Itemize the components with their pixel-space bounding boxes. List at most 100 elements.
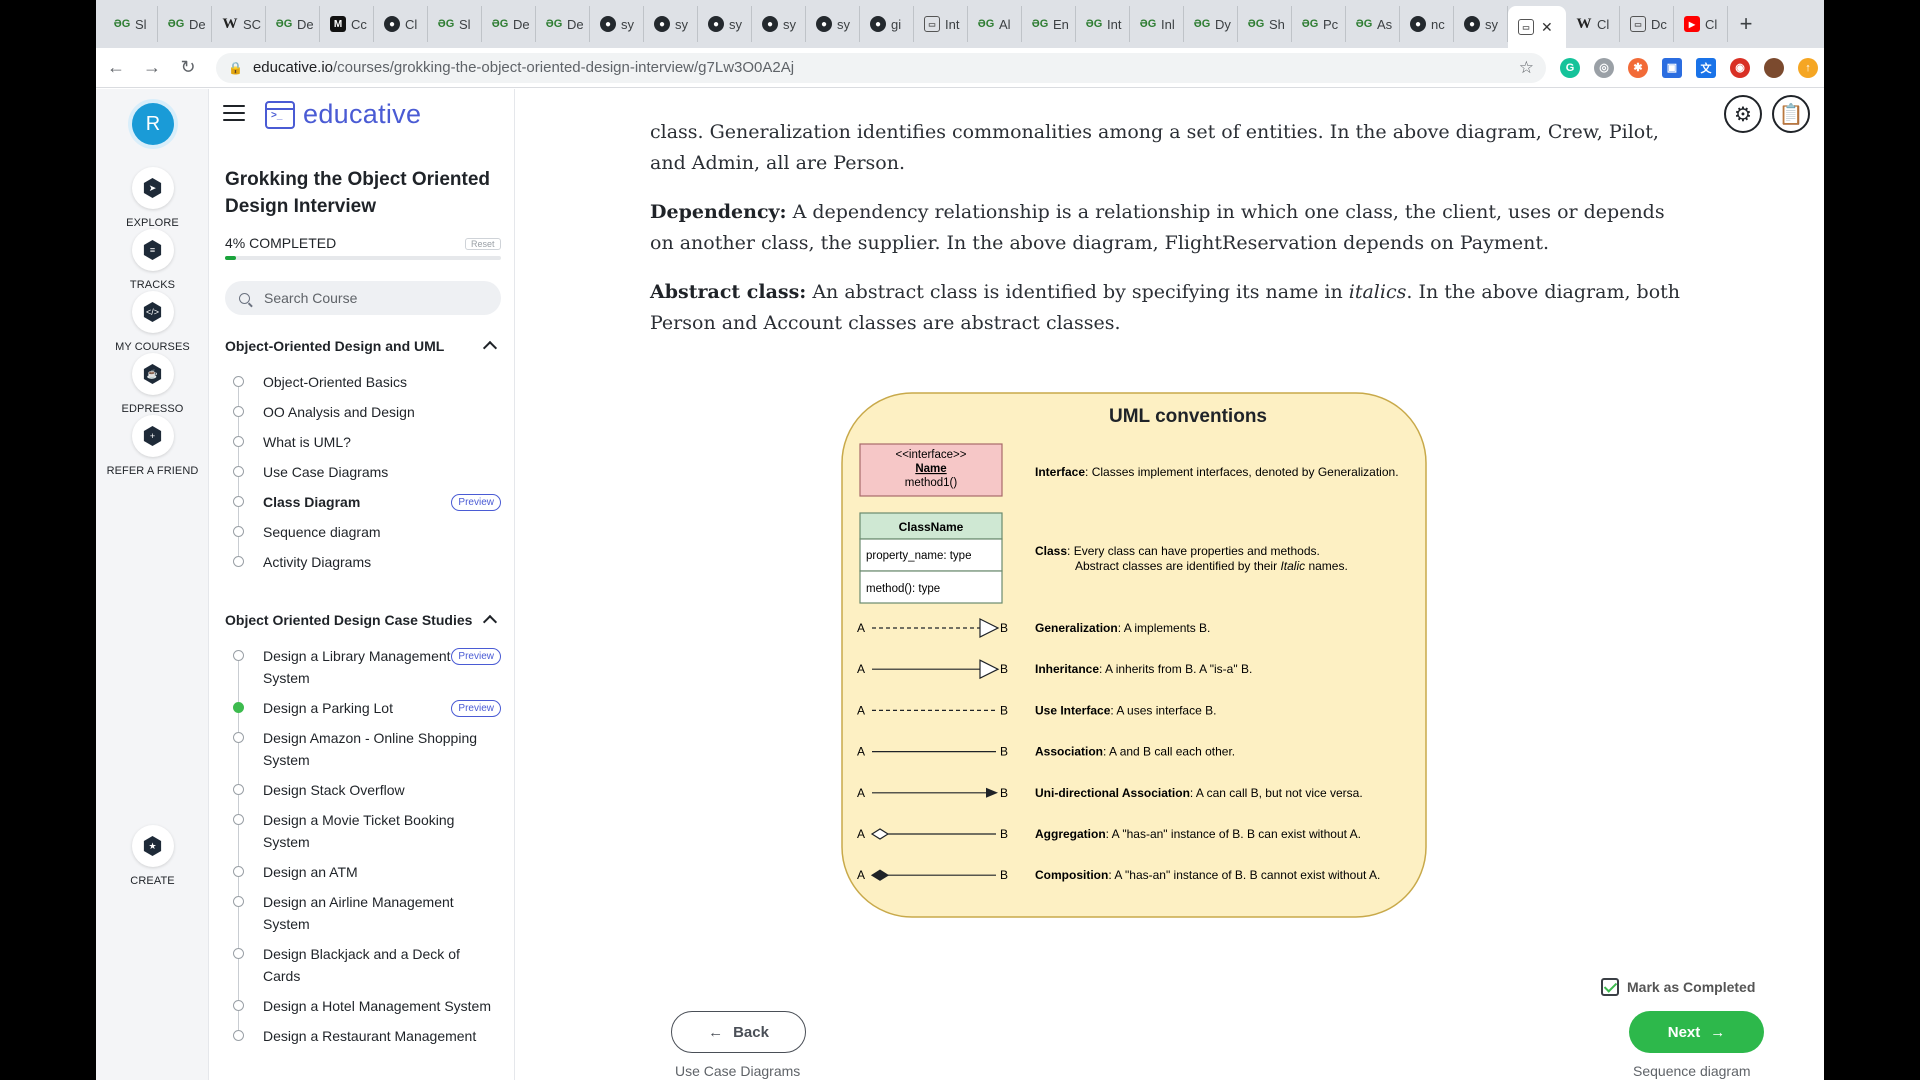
browser-tab[interactable]: M Cc bbox=[320, 6, 374, 42]
browser-tab[interactable]: ƏG De bbox=[266, 6, 320, 42]
rail-item-tracks[interactable]: ≡ TRACKS bbox=[96, 229, 209, 291]
browser-tab[interactable]: ƏG Sl bbox=[104, 6, 158, 42]
chevron-up-icon[interactable] bbox=[482, 614, 498, 630]
educative-logo[interactable]: educative bbox=[265, 99, 421, 130]
back-nav-icon[interactable]: ← bbox=[100, 52, 132, 84]
end-b-label: B bbox=[1000, 621, 1008, 635]
next-lesson-link[interactable]: Sequence diagram bbox=[1633, 1063, 1751, 1079]
chevron-up-icon[interactable] bbox=[482, 340, 498, 356]
blue-extension-icon[interactable]: ▣ bbox=[1662, 57, 1682, 78]
lesson-item[interactable]: Class Diagram Preview bbox=[225, 491, 501, 513]
lesson-item[interactable]: What is UML? bbox=[225, 431, 501, 453]
lesson-item[interactable]: Use Case Diagrams bbox=[225, 461, 501, 483]
orange-extension-icon[interactable]: ✱ bbox=[1628, 57, 1648, 78]
lesson-dot-icon bbox=[233, 376, 244, 387]
tab-title: sy bbox=[837, 16, 850, 32]
lesson-item[interactable]: Design Blackjack and a Deck of Cards bbox=[225, 943, 501, 987]
browser-tab[interactable]: W SC bbox=[212, 6, 266, 42]
browser-tab[interactable]: ● sy bbox=[1454, 6, 1508, 42]
globe-extension-icon[interactable]: ◎ bbox=[1594, 57, 1614, 78]
browser-tab[interactable]: ● Cl bbox=[374, 6, 428, 42]
checkbox-checked-icon[interactable] bbox=[1601, 978, 1619, 996]
browser-tab[interactable]: ● sy bbox=[698, 6, 752, 42]
browser-tab[interactable]: ● sy bbox=[590, 6, 644, 42]
browser-tab[interactable]: ▭ ✕ bbox=[1508, 6, 1566, 48]
new-tab-icon[interactable]: + bbox=[1728, 6, 1764, 42]
url-field[interactable]: 🔒 educative.io/courses/grokking-the-obje… bbox=[216, 52, 1546, 83]
browser-tab[interactable]: ƏG Sl bbox=[428, 6, 482, 42]
mark-completed-toggle[interactable]: Mark as Completed bbox=[1601, 978, 1755, 996]
lesson-item[interactable]: Design an Airline Management System bbox=[225, 891, 501, 935]
browser-tab[interactable]: ● nc bbox=[1400, 6, 1454, 42]
search-course-input[interactable]: Search Course bbox=[225, 281, 501, 315]
browser-tab[interactable]: ƏG En bbox=[1022, 6, 1076, 42]
browser-tab[interactable]: W Cl bbox=[1566, 6, 1620, 42]
previous-lesson-link[interactable]: Use Case Diagrams bbox=[675, 1063, 800, 1079]
gg-favicon-icon: ƏG bbox=[167, 18, 185, 30]
user-avatar[interactable]: R bbox=[132, 103, 174, 145]
lesson-item[interactable]: Design Amazon - Online Shopping System bbox=[225, 727, 501, 771]
section-header[interactable]: Object-Oriented Design and UML bbox=[225, 335, 501, 357]
relation-description: Inheritance: A inherits from B. A "is-a"… bbox=[1035, 662, 1252, 676]
lesson-item[interactable]: Design a Movie Ticket Booking System bbox=[225, 809, 501, 853]
rail-item-edpresso[interactable]: ☕ EDPRESSO bbox=[96, 353, 209, 415]
rail-item-my-courses[interactable]: </> MY COURSES bbox=[96, 291, 209, 353]
rail-item-create[interactable]: ★ CREATE bbox=[96, 825, 209, 887]
interface-desc-text: : Classes implement interfaces, denoted … bbox=[1085, 465, 1399, 479]
profile-avatar-icon[interactable] bbox=[1764, 57, 1784, 78]
reset-button[interactable]: Reset bbox=[465, 238, 501, 250]
rail-label: EXPLORE bbox=[126, 217, 179, 229]
browser-tab[interactable]: ƏG Pc bbox=[1292, 6, 1346, 42]
lesson-item[interactable]: Design Stack Overflow bbox=[225, 779, 501, 801]
browser-tab[interactable]: ƏG Sh bbox=[1238, 6, 1292, 42]
reload-icon[interactable]: ↻ bbox=[172, 52, 204, 84]
browser-tab[interactable]: ƏG Al bbox=[968, 6, 1022, 42]
browser-tab[interactable]: ƏG De bbox=[482, 6, 536, 42]
browser-tab[interactable]: ƏG Int bbox=[1076, 6, 1130, 42]
forward-nav-icon[interactable]: → bbox=[136, 52, 168, 84]
translate-extension-icon[interactable]: 文 bbox=[1696, 57, 1716, 78]
browser-tab[interactable]: ƏG As bbox=[1346, 6, 1400, 42]
browser-tab[interactable]: ▭ Int bbox=[914, 6, 968, 42]
update-icon[interactable]: ↑ bbox=[1798, 57, 1818, 78]
lesson-label: Design a Library Management System bbox=[263, 648, 451, 686]
red-extension-icon[interactable]: ◉ bbox=[1730, 57, 1750, 78]
lesson-item[interactable]: Design a Hotel Management System bbox=[225, 995, 501, 1017]
rail-icon-glyph: ★ bbox=[143, 836, 162, 856]
rail-item-explore[interactable]: ➤ EXPLORE bbox=[96, 167, 209, 229]
rail-icon-glyph: ☕ bbox=[143, 364, 162, 384]
lesson-item[interactable]: Sequence diagram bbox=[225, 521, 501, 543]
browser-tab[interactable]: ▶ Cl bbox=[1674, 6, 1728, 42]
browser-tab[interactable]: ƏG De bbox=[536, 6, 590, 42]
lesson-item[interactable]: Object-Oriented Basics bbox=[225, 371, 501, 393]
menu-icon[interactable] bbox=[223, 105, 245, 126]
class-term: Class bbox=[1035, 544, 1067, 558]
clipboard-icon[interactable]: 📋 bbox=[1772, 95, 1810, 133]
browser-tab[interactable]: ƏG Dy bbox=[1184, 6, 1238, 42]
end-b-label: B bbox=[1000, 662, 1008, 676]
back-button[interactable]: ← Back bbox=[671, 1011, 806, 1053]
tab-title: sy bbox=[783, 16, 796, 32]
settings-gear-icon[interactable]: ⚙ bbox=[1724, 95, 1762, 133]
lesson-item[interactable]: Design a Restaurant Management bbox=[225, 1025, 501, 1047]
bookmark-star-icon[interactable]: ☆ bbox=[1519, 58, 1534, 78]
section-header[interactable]: Object Oriented Design Case Studies bbox=[225, 609, 501, 631]
lesson-item[interactable]: Activity Diagrams bbox=[225, 551, 501, 573]
browser-tab[interactable]: ● gi bbox=[860, 6, 914, 42]
browser-tab[interactable]: ● sy bbox=[644, 6, 698, 42]
browser-tab[interactable]: ƏG Inl bbox=[1130, 6, 1184, 42]
lesson-item[interactable]: Design a Library Management System Previe… bbox=[225, 645, 501, 689]
lesson-item[interactable]: OO Analysis and Design bbox=[225, 401, 501, 423]
browser-tab[interactable]: ▭ Dc bbox=[1620, 6, 1674, 42]
lesson-item[interactable]: Design a Parking Lot Preview bbox=[225, 697, 501, 719]
grammarly-extension-icon[interactable]: G bbox=[1560, 57, 1580, 78]
tracks-icon: ≡ bbox=[131, 229, 174, 271]
next-button[interactable]: Next → bbox=[1629, 1011, 1764, 1053]
browser-tab[interactable]: ● sy bbox=[806, 6, 860, 42]
gg-favicon-icon: ƏG bbox=[1193, 18, 1211, 30]
browser-tab[interactable]: ƏG De bbox=[158, 6, 212, 42]
rail-item-refer-a-friend[interactable]: + REFER A FRIEND bbox=[96, 415, 209, 477]
close-tab-icon[interactable]: ✕ bbox=[1541, 19, 1553, 36]
lesson-item[interactable]: Design an ATM bbox=[225, 861, 501, 883]
browser-tab[interactable]: ● sy bbox=[752, 6, 806, 42]
